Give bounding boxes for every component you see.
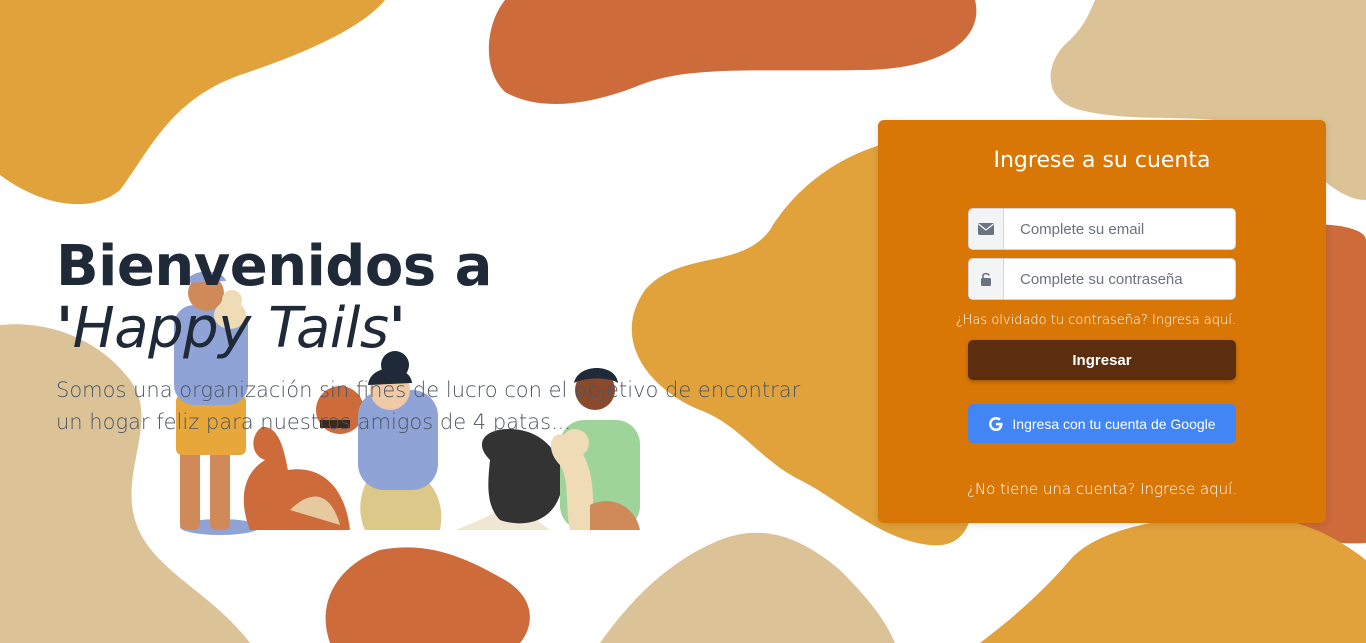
login-button[interactable]: Ingresar	[968, 340, 1236, 380]
register-link[interactable]: ¿No tiene una cuenta? Ingrese aquí.	[878, 480, 1326, 498]
password-input[interactable]	[1004, 259, 1235, 299]
password-field-group	[968, 258, 1236, 300]
hero-section: Bienvenidos a 'Happy Tails' Somos una or…	[56, 236, 816, 438]
hero-subtitle: Somos una organización sin fines de lucr…	[56, 378, 801, 434]
blob-yellow-top-left	[0, 0, 385, 205]
login-title: Ingrese a su cuenta	[993, 148, 1211, 173]
blob-orange-top	[488, 0, 977, 104]
google-icon	[988, 416, 1004, 432]
brand-quote-open: '	[56, 296, 73, 361]
blob-tan-bottom	[600, 532, 895, 643]
google-login-button[interactable]: Ingresa con tu cuenta de Google	[968, 404, 1236, 443]
login-card: Ingrese a su cuenta ¿Has olvidado tu con…	[878, 120, 1326, 523]
forgot-password-link[interactable]: ¿Has olvidado tu contraseña? Ingresa aqu…	[956, 313, 1236, 328]
envelope-icon	[969, 209, 1004, 249]
google-button-label: Ingresa con tu cuenta de Google	[1012, 415, 1216, 432]
hero-title-prefix: Bienvenidos a	[56, 234, 492, 299]
email-input[interactable]	[1004, 209, 1235, 249]
blob-orange-bottom	[325, 547, 530, 643]
brand-quote-close: '	[388, 296, 406, 361]
blob-yellow-bottom-right	[980, 515, 1366, 643]
lock-icon	[969, 259, 1004, 299]
hero-brand: 'Happy Tails'	[56, 296, 406, 361]
hero-title: Bienvenidos a 'Happy Tails'	[56, 236, 816, 360]
brand-name: Happy Tails	[72, 296, 389, 361]
email-field-group	[968, 208, 1236, 250]
